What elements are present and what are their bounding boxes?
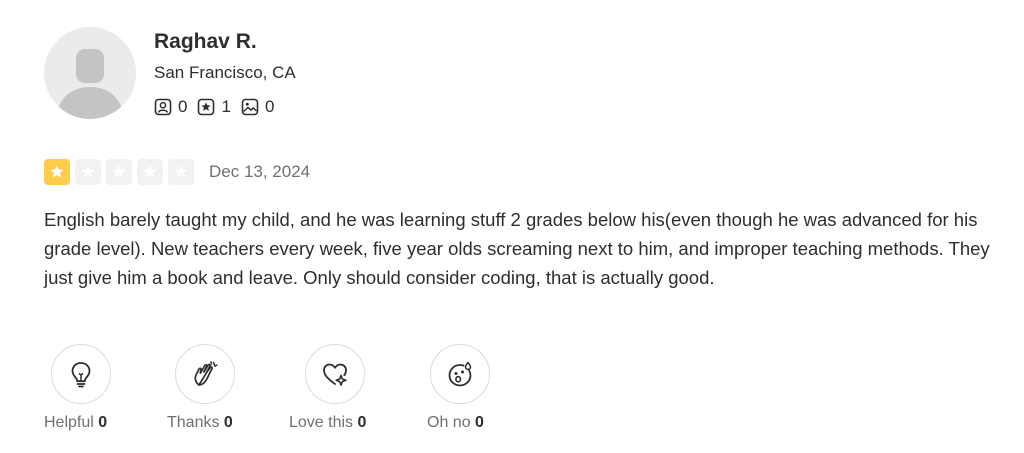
review-date: Dec 13, 2024 bbox=[209, 162, 311, 181]
star-2-icon bbox=[75, 159, 101, 185]
thanks-circle[interactable] bbox=[175, 344, 235, 404]
star-3-icon bbox=[106, 159, 132, 185]
surprised-face-icon bbox=[448, 361, 472, 387]
reviewer-location: San Francisco, CA bbox=[154, 63, 296, 82]
helpful-circle[interactable] bbox=[51, 344, 111, 404]
thanks-button[interactable]: Thanks 0 bbox=[167, 344, 235, 431]
reviewer-avatar[interactable] bbox=[44, 27, 136, 119]
thanks-label: Thanks 0 bbox=[167, 414, 233, 431]
lightbulb-icon bbox=[71, 362, 91, 388]
photo-icon bbox=[241, 98, 259, 116]
review-star-icon bbox=[198, 98, 215, 116]
friends-stat: 0 bbox=[154, 97, 187, 117]
reviewer-name[interactable]: Raghav R. bbox=[154, 30, 257, 54]
oh-no-circle[interactable] bbox=[430, 344, 490, 404]
reviews-stat: 1 bbox=[197, 97, 231, 117]
photos-stat: 0 bbox=[241, 97, 274, 117]
default-avatar-icon bbox=[56, 49, 124, 119]
friends-icon bbox=[154, 98, 172, 116]
friends-count: 0 bbox=[178, 97, 188, 116]
heart-sparkle-icon bbox=[323, 363, 347, 386]
star-rating: Dec 13, 2024 bbox=[44, 159, 310, 185]
photos-count: 0 bbox=[264, 97, 275, 116]
reviews-count: 1 bbox=[221, 97, 231, 116]
star-5-icon bbox=[168, 159, 194, 185]
star-4-icon bbox=[137, 159, 163, 185]
love-this-circle[interactable] bbox=[305, 344, 365, 404]
love-this-label: Love this 0 bbox=[289, 414, 367, 431]
helpful-button[interactable]: Helpful 0 bbox=[44, 344, 111, 431]
oh-no-label: Oh no 0 bbox=[427, 414, 484, 431]
clapping-hands-icon bbox=[194, 361, 218, 386]
star-1-icon bbox=[44, 159, 70, 185]
review-text: English barely taught my child, and he w… bbox=[44, 209, 990, 288]
helpful-label: Helpful 0 bbox=[44, 414, 108, 431]
oh-no-button[interactable]: Oh no 0 bbox=[427, 344, 490, 431]
reviewer-stats: 0 1 0 bbox=[154, 97, 284, 117]
love-this-button[interactable]: Love this 0 bbox=[289, 344, 366, 431]
